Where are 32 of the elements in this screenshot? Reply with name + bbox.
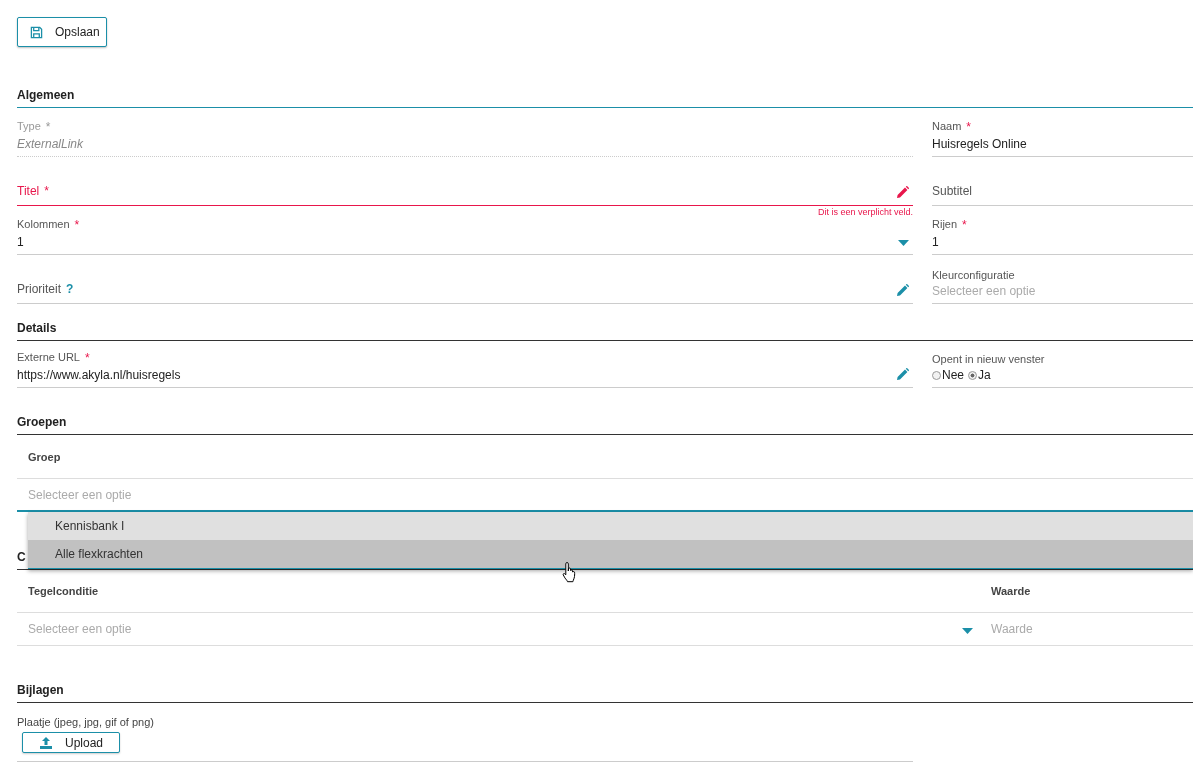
section-heading: Bijlagen (17, 683, 64, 697)
column-header: Groep (17, 435, 1193, 479)
pencil-icon[interactable] (896, 186, 909, 199)
caret-icon[interactable] (898, 240, 909, 246)
save-button[interactable]: Opslaan (17, 17, 107, 47)
pencil-icon[interactable] (896, 284, 909, 297)
hand-cursor-icon (562, 561, 578, 583)
column-header: Waarde (980, 570, 1193, 613)
pencil-icon[interactable] (896, 368, 909, 381)
select-field[interactable]: Kolommen * 1 (17, 218, 913, 255)
upload-button[interactable]: Upload (22, 732, 120, 753)
section-heading: Groepen (17, 415, 67, 429)
input-field[interactable]: Kleurconfiguratie Selecteer een optie (932, 267, 1193, 304)
input-field[interactable]: Subtitel (932, 169, 1193, 206)
column-header: Tegelconditie (17, 570, 980, 613)
error-message: Dit is een verplicht veld. (817, 207, 913, 217)
section-heading: C (17, 550, 26, 564)
section-heading: Algemeen (17, 88, 75, 102)
dropdown-option[interactable]: Alle flexkrachten (28, 540, 1193, 568)
input-field[interactable]: Externe URL * https://www.akyla.nl/huisregels (17, 351, 913, 388)
radio-button[interactable] (968, 370, 977, 380)
upload-icon (39, 736, 53, 749)
radio-button[interactable] (932, 370, 941, 380)
caret-icon[interactable] (962, 628, 973, 634)
field-label: Plaatje (jpeg, jpg, gif of png) (17, 716, 155, 728)
section-heading: Details (17, 321, 57, 335)
input-field[interactable]: Naam * Huisregels Online (932, 120, 1193, 157)
input-field[interactable]: Prioriteit ? (17, 267, 913, 304)
dropdown-option[interactable]: Kennisbank I (28, 512, 1193, 540)
input-field[interactable]: Rijen * 1 (932, 218, 1193, 255)
radio-group[interactable]: Opent in nieuw venster Nee Ja (932, 351, 1193, 388)
readonly-field: Type * ExternalLink (17, 120, 913, 157)
